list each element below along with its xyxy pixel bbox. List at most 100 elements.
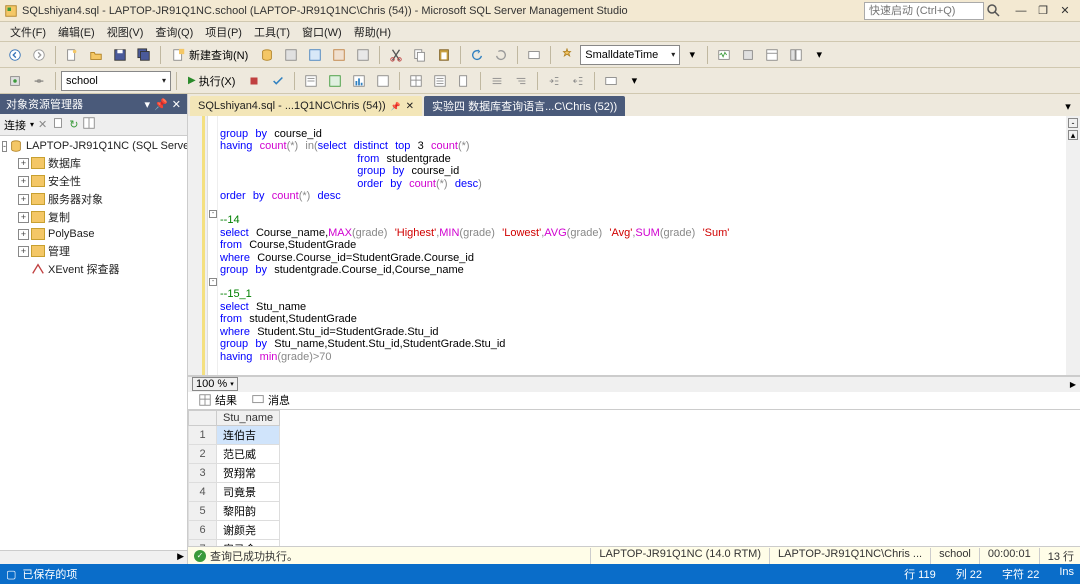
change-connection-button[interactable] [4,71,26,91]
scroll-up-icon[interactable]: ▴ [1068,130,1078,140]
menu-help[interactable]: 帮助(H) [348,22,397,42]
scroll-right-icon[interactable]: ▶ [174,551,187,564]
table-row[interactable]: 2范已威 [189,444,280,463]
indent-button[interactable] [543,71,565,91]
close-icon[interactable]: ✕ [406,101,414,112]
panel-close-icon[interactable]: ✕ [172,98,181,111]
tree-root[interactable]: -LAPTOP-JR91Q1NC (SQL Server 14.0. [2,138,185,154]
datatype-combo[interactable]: SmalldateTime▾ [580,45,680,65]
maximize-button[interactable]: ❐ [1032,2,1054,20]
display-plan-button[interactable] [300,71,322,91]
sql-text[interactable]: group by course_id having count(*) in(se… [218,116,1066,375]
xmla-query-button[interactable] [328,45,350,65]
table-row[interactable]: 6谢颜尧 [189,520,280,539]
execute-button[interactable]: ▶执行(X) [182,71,241,91]
object-tree[interactable]: -LAPTOP-JR91Q1NC (SQL Server 14.0. +数据库 … [0,136,187,550]
table-row[interactable]: 4司竟景 [189,482,280,501]
dmx-query-button[interactable] [352,45,374,65]
tab-inactive[interactable]: 实验四 数据库查询语言...C\Chris (52)) [424,96,625,116]
zoom-combo[interactable]: 100 %▾ [192,377,238,391]
results-text-button[interactable] [429,71,451,91]
tree-node-xevent[interactable]: XEvent 探查器 [2,260,185,278]
save-button[interactable] [109,45,131,65]
close-button[interactable]: ✕ [1054,2,1076,20]
sql-scrollbar[interactable]: -▴ [1066,116,1080,375]
analysis-query-button[interactable] [280,45,302,65]
save-all-button[interactable] [133,45,155,65]
table-row[interactable]: 7房马金 [189,539,280,546]
nav-back-button[interactable] [4,45,26,65]
disconnect-icon[interactable]: ✕ [38,118,47,131]
outline-collapse-icon[interactable]: - [209,210,217,218]
sql-outline[interactable]: - - [208,116,218,375]
include-plan-button[interactable] [324,71,346,91]
panel-pin-icon[interactable]: ▾ [145,98,151,111]
tree-node-security[interactable]: +安全性 [2,172,185,190]
results-grid-button[interactable] [405,71,427,91]
comment-button[interactable] [486,71,508,91]
paste-button[interactable] [433,45,455,65]
cell-value[interactable]: 贺翔常 [217,463,280,482]
menu-view[interactable]: 视图(V) [101,22,150,42]
parse-button[interactable] [267,71,289,91]
more-button[interactable]: ▾ [809,45,829,65]
quick-launch-input[interactable] [864,2,984,20]
undo-button[interactable] [466,45,488,65]
nav-fwd-button[interactable] [28,45,50,65]
pin-icon[interactable]: 📌 [391,102,401,111]
activity-monitor-button[interactable] [713,45,735,65]
stop-icon[interactable] [82,116,96,133]
cut-button[interactable] [385,45,407,65]
open-file-button[interactable] [85,45,107,65]
tab-overflow-button[interactable]: ▾ [1058,96,1078,116]
sql-editor[interactable]: - - group by course_id having count(*) i… [188,116,1080,376]
outline-collapse-icon[interactable]: - [209,278,217,286]
find-button[interactable] [523,45,545,65]
more-sql-button[interactable]: ▾ [624,71,644,91]
scroll-right-icon[interactable]: ▶ [1070,380,1076,389]
menu-file[interactable]: 文件(F) [4,22,52,42]
tab-messages[interactable]: 消息 [245,391,296,409]
search-icon[interactable] [986,3,1002,19]
database-combo[interactable]: school▾ [61,71,171,91]
menu-tools[interactable]: 工具(T) [248,22,296,42]
filter-icon[interactable] [51,116,65,133]
table-row[interactable]: 5黎阳韵 [189,501,280,520]
new-file-button[interactable] [61,45,83,65]
connection-button[interactable] [28,71,50,91]
properties-button[interactable] [556,45,578,65]
menu-window[interactable]: 窗口(W) [296,22,348,42]
query-options-button[interactable] [372,71,394,91]
col-header-stuname[interactable]: Stu_name [217,410,280,425]
minimize-button[interactable]: — [1010,2,1032,20]
cancel-query-button[interactable] [243,71,265,91]
cell-value[interactable]: 房马金 [217,539,280,546]
results-grid[interactable]: Stu_name 1连伯吉 2范已威 3贺翔常 4司竟景 5黎阳韵 6谢颜尧 7… [188,410,1080,547]
split-icon[interactable]: - [1068,118,1078,128]
registered-servers-button[interactable] [737,45,759,65]
refresh-icon[interactable]: ↻ [69,118,78,131]
menu-edit[interactable]: 编辑(E) [52,22,101,42]
tab-results[interactable]: 结果 [192,391,243,409]
table-row[interactable]: 3贺翔常 [189,463,280,482]
tree-node-management[interactable]: +管理 [2,242,185,260]
menu-project[interactable]: 项目(P) [199,22,248,42]
cell-value[interactable]: 谢颜尧 [217,520,280,539]
menu-query[interactable]: 查询(Q) [149,22,199,42]
panel-anchor-icon[interactable]: 📌 [154,98,168,111]
include-stats-button[interactable] [348,71,370,91]
cell-value[interactable]: 范已威 [217,444,280,463]
db-engine-query-button[interactable] [256,45,278,65]
cell-value[interactable]: 司竟景 [217,482,280,501]
uncomment-button[interactable] [510,71,532,91]
mdx-query-button[interactable] [304,45,326,65]
object-explorer-button[interactable] [785,45,807,65]
tree-node-databases[interactable]: +数据库 [2,154,185,172]
outdent-button[interactable] [567,71,589,91]
config-button[interactable]: ▾ [682,45,702,65]
tree-node-replication[interactable]: +复制 [2,208,185,226]
copy-button[interactable] [409,45,431,65]
tab-active[interactable]: SQLshiyan4.sql - ...1Q1NC\Chris (54))📌✕ [190,96,422,116]
redo-button[interactable] [490,45,512,65]
tree-node-polybase[interactable]: +PolyBase [2,226,185,242]
